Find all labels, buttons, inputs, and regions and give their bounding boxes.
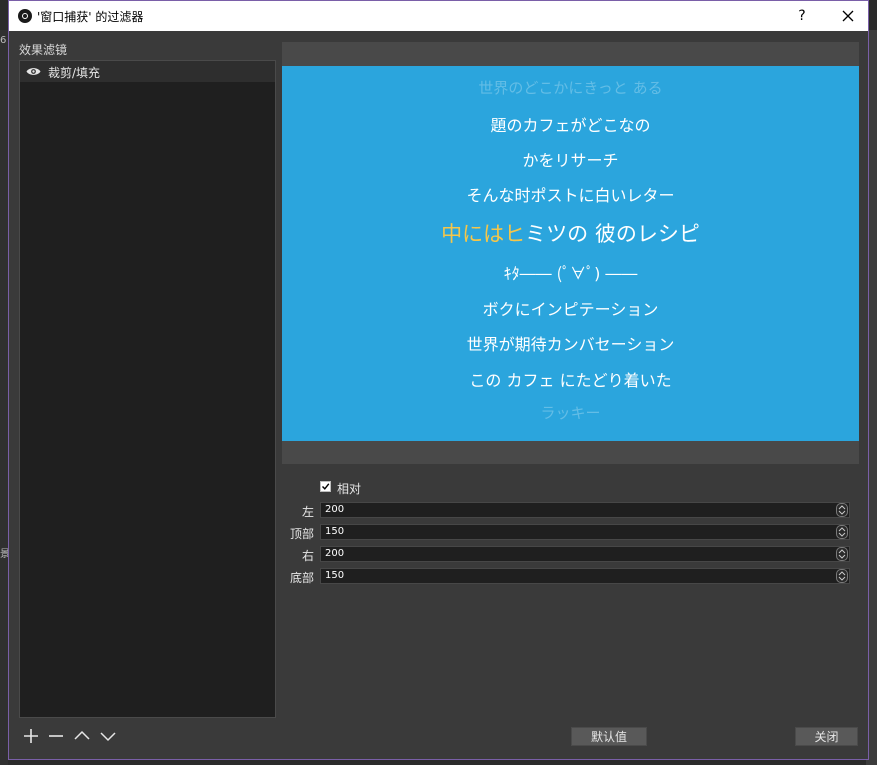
stepper-arrows-icon [838,505,846,515]
top-value: 150 [325,526,345,537]
obs-logo-icon [18,9,32,23]
lyric-line: かをリサーチ [522,151,619,170]
filter-item-label: 裁剪/填充 [48,66,101,80]
lyric-line: 世界のどこかにきっと ある [478,79,663,97]
filter-list: 裁剪/填充 [19,60,276,718]
background-fragment: 6 [0,35,7,46]
lyric-line: ラッキー [540,404,601,422]
eye-icon[interactable] [26,66,41,77]
left-stepper[interactable] [836,503,848,517]
left-value: 200 [325,504,345,515]
lyric-highlight: 中にはヒ [441,222,526,246]
top-stepper[interactable] [836,525,848,539]
chevron-up-icon [74,730,90,740]
title-bar: '窗口捕获' 的过滤器 ? [9,1,868,31]
preview-area: 世界のどこかにきっと ある 題のカフェがどこなの かをリサーチ そんな时ポストに… [282,42,859,464]
right-stepper[interactable] [836,547,848,561]
stepper-arrows-icon [838,549,846,559]
plus-icon [24,729,38,743]
filters-section-title: 效果滤镜 [19,43,68,57]
filters-dialog: '窗口捕获' 的过滤器 ? 效果滤镜 裁剪/填充 世界のどこかにきっと ある 題… [8,0,869,760]
bottom-spinbox[interactable]: 150 [320,568,850,584]
left-label: 左 [301,505,314,519]
add-filter-button[interactable] [20,725,42,747]
top-label: 顶部 [289,527,314,541]
bottom-stepper[interactable] [836,569,848,583]
lyric-line: この カフェ にたどり着いた [469,371,672,390]
filter-item-crop-pad[interactable]: 裁剪/填充 [20,61,275,82]
chevron-down-icon [100,732,116,742]
background-window-strip: 6 景 [0,30,10,765]
close-button[interactable]: 关闭 [795,727,858,746]
lyric-line: ボクにインピテーション [482,300,659,319]
right-value: 200 [325,548,345,559]
right-spinbox[interactable]: 200 [320,546,850,562]
lyric-line: ｷﾀ―― (ﾟ∀ﾟ) ―― [503,264,638,283]
bottom-label: 底部 [289,571,314,585]
close-window-button[interactable] [833,1,863,31]
lyric-line: 題のカフェがどこなの [490,116,651,135]
close-icon [842,10,854,22]
defaults-button[interactable]: 默认值 [571,727,647,746]
remove-filter-button[interactable] [45,725,67,747]
move-filter-down-button[interactable] [97,725,119,747]
window-title: '窗口捕获' 的过滤器 [37,10,144,24]
relative-label: 相对 [337,482,362,496]
lyric-line: そんな时ポストに白いレター [466,186,675,205]
help-button[interactable]: ? [789,1,815,31]
stepper-arrows-icon [838,571,846,581]
stepper-arrows-icon [838,527,846,537]
minus-icon [49,735,63,737]
right-label: 右 [301,549,314,563]
relative-checkbox[interactable] [320,481,331,492]
lyric-rest: ミツの 彼のレシピ [525,222,700,246]
bottom-value: 150 [325,570,345,581]
checkmark-icon [322,483,330,490]
lyric-line-highlighted: 中にはヒミツの 彼のレシピ [282,218,859,248]
top-spinbox[interactable]: 150 [320,524,850,540]
move-filter-up-button[interactable] [71,725,93,747]
preview-canvas: 世界のどこかにきっと ある 題のカフェがどこなの かをリサーチ そんな时ポストに… [282,66,859,441]
left-spinbox[interactable]: 200 [320,502,850,518]
lyric-line: 世界が期待カンバセーション [466,335,675,354]
